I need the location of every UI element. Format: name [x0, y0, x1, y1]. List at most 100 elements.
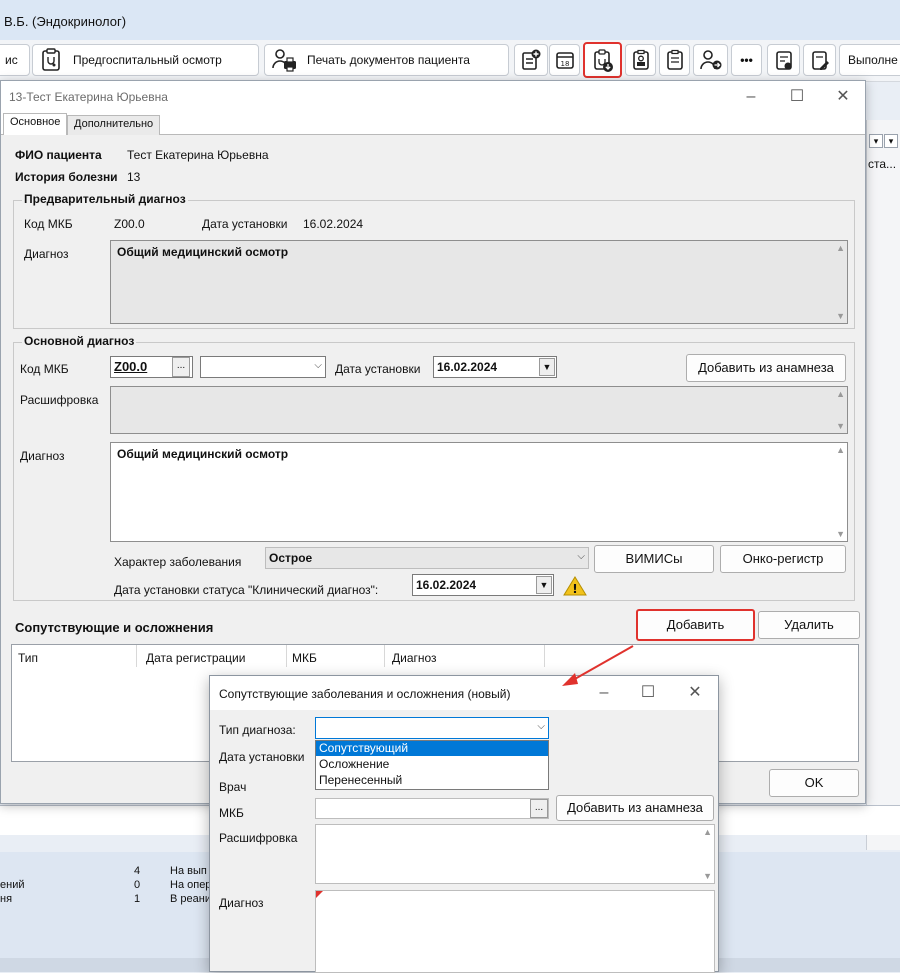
prelim-diagnosis-group: Предварительный диагноз Код МКБ Z00.0 Да… — [13, 192, 855, 329]
onko-register-button[interactable]: Онко-регистр — [720, 545, 846, 573]
scroll-down-icon[interactable]: ▼ — [836, 421, 845, 431]
document-edit-icon-button[interactable] — [803, 44, 836, 76]
document-edit-icon — [811, 51, 829, 70]
preop-exam-button[interactable]: Предгоспитальный осмотр — [32, 44, 259, 76]
clipboard-list-icon-button[interactable] — [659, 44, 690, 76]
main-mkb-input[interactable]: Z00.0 ... — [110, 356, 193, 378]
minimize-icon[interactable]: – — [737, 86, 765, 108]
document-settings-icon — [775, 51, 792, 70]
add-from-anamnesis-button[interactable]: Добавить из анамнеза — [556, 795, 714, 821]
chevron-down-icon: ⌵ — [314, 360, 322, 371]
execute-button[interactable]: Выполне — [839, 44, 900, 76]
diag-textarea[interactable] — [315, 890, 715, 973]
main-date-label: Дата установки — [335, 362, 421, 376]
summary-text: На вып — [170, 865, 207, 877]
tab-additional[interactable]: Дополнительно — [67, 115, 161, 135]
document-settings-icon-button[interactable] — [767, 44, 800, 76]
scroll-down-icon[interactable]: ▼ — [836, 311, 845, 321]
close-icon[interactable]: ✕ — [681, 682, 709, 704]
main-mkb-select[interactable]: ⌵ — [200, 356, 326, 378]
chevron-down-icon[interactable]: ▾ — [869, 134, 883, 148]
scroll-up-icon[interactable]: ▲ — [703, 827, 712, 837]
prelim-date-label: Дата установки — [202, 217, 288, 231]
clinical-date-input[interactable]: 16.02.2024 ▼ — [412, 574, 554, 596]
chevron-down-icon[interactable]: ▾ — [884, 134, 898, 148]
print-documents-button[interactable]: Печать документов пациента — [264, 44, 509, 76]
ok-button[interactable]: OK — [769, 769, 859, 797]
character-label: Характер заболевания — [114, 555, 242, 569]
person-arrow-icon-button[interactable] — [693, 44, 728, 76]
svg-text:!: ! — [572, 582, 577, 596]
history-value: 13 — [127, 170, 141, 184]
column-header-date[interactable]: Дата регистрации — [146, 651, 245, 665]
prelim-mkb-value: Z00.0 — [114, 217, 145, 231]
patient-window-titlebar: 13-Тест Екатерина Юрьевна – ☐ ✕ — [1, 81, 865, 113]
scroll-up-icon[interactable]: ▲ — [836, 445, 845, 455]
calendar-dropdown-icon[interactable]: ▼ — [539, 358, 555, 376]
scroll-up-icon[interactable]: ▲ — [836, 389, 845, 399]
summary-label: ений — [0, 879, 25, 891]
clipboard-download-icon-button[interactable] — [583, 42, 622, 78]
document-add-icon-button[interactable] — [514, 44, 548, 76]
type-dropdown-list: Сопутствующий Осложнение Перенесенный — [315, 740, 549, 790]
badge-icon-button[interactable] — [625, 44, 656, 76]
main-diagnosis-group: Основной диагноз Код МКБ Z00.0 ... ⌵ Дат… — [13, 334, 855, 601]
decode-label: Расшифровка — [219, 831, 298, 845]
mkb-lookup-button[interactable]: ... — [530, 799, 548, 818]
diag-label: Диагноз — [219, 896, 264, 910]
type-option[interactable]: Осложнение — [316, 757, 548, 772]
minimize-icon[interactable]: – — [590, 682, 618, 704]
fio-value: Тест Екатерина Юрьевна — [127, 148, 269, 162]
scroll-down-icon[interactable]: ▼ — [836, 529, 845, 539]
more-button[interactable]: ••• — [731, 44, 762, 76]
delete-comorb-button[interactable]: Удалить — [758, 611, 860, 639]
prelim-diag-textarea[interactable]: Общий медицинский осмотр ▲ ▼ — [110, 240, 848, 324]
scroll-down-icon[interactable]: ▼ — [703, 871, 712, 881]
mkb-lookup-button[interactable]: ... — [172, 357, 190, 377]
mkb-label: МКБ — [219, 806, 244, 820]
type-option[interactable]: Сопутствующий — [316, 741, 548, 756]
prelim-mkb-label: Код МКБ — [24, 217, 73, 231]
summary-count: 4 — [134, 865, 141, 877]
history-label: История болезни — [15, 170, 118, 184]
main-diag-label: Диагноз — [20, 449, 65, 463]
column-header-type[interactable]: Тип — [18, 651, 38, 665]
maximize-icon[interactable]: ☐ — [634, 682, 662, 704]
warning-icon: ! — [563, 576, 587, 596]
maximize-icon[interactable]: ☐ — [783, 86, 811, 108]
vimis-button[interactable]: ВИМИСы — [594, 545, 714, 573]
doctor-label: Врач — [219, 780, 247, 794]
calendar-icon: 18 — [555, 52, 574, 69]
main-diag-textarea[interactable]: Общий медицинский осмотр ▲ ▼ — [110, 442, 848, 542]
add-comorb-button[interactable]: Добавить — [636, 609, 755, 641]
clipboard-stethoscope-icon — [42, 48, 60, 71]
prelim-diagnosis-title: Предварительный диагноз — [22, 192, 188, 206]
main-decode-textarea[interactable]: ▲ ▼ — [110, 386, 848, 434]
add-from-anamnesis-button[interactable]: Добавить из анамнеза — [686, 354, 846, 382]
tab-main[interactable]: Основное — [3, 113, 68, 135]
calendar-icon-button[interactable]: 18 — [549, 44, 580, 76]
decode-textarea[interactable]: ▲ ▼ — [315, 824, 715, 884]
toolbar-partial-left-button[interactable]: ис — [0, 44, 30, 76]
column-header-mkb[interactable]: МКБ — [292, 651, 317, 665]
background-column-header: ста... — [868, 157, 897, 171]
clipboard-list-icon — [666, 49, 683, 70]
character-select[interactable]: Острое ⌵ — [265, 547, 589, 569]
type-select[interactable]: ⌵ — [315, 717, 549, 739]
person-arrow-icon — [699, 50, 721, 70]
summary-count: 0 — [134, 879, 141, 891]
background-right-panel: ▾ ▾ — [866, 120, 900, 850]
calendar-dropdown-icon[interactable]: ▼ — [536, 576, 552, 594]
summary-label: ня — [0, 893, 13, 905]
scroll-up-icon[interactable]: ▲ — [836, 243, 845, 253]
type-option[interactable]: Перенесенный — [316, 773, 548, 788]
main-date-input[interactable]: 16.02.2024 ▼ — [433, 356, 557, 378]
app-titlebar: В.Б. (Эндокринолог) — [0, 0, 900, 40]
patient-window-tabs: Основное Дополнительно — [1, 113, 865, 135]
app-title: В.Б. (Эндокринолог) — [4, 14, 127, 29]
column-header-diagnosis[interactable]: Диагноз — [392, 651, 437, 665]
type-label: Тип диагноза: — [219, 723, 296, 737]
mkb-input[interactable]: ... — [315, 798, 549, 819]
close-icon[interactable]: ✕ — [829, 86, 857, 108]
dialog-titlebar: Сопутствующие заболевания и осложнения (… — [210, 676, 718, 710]
